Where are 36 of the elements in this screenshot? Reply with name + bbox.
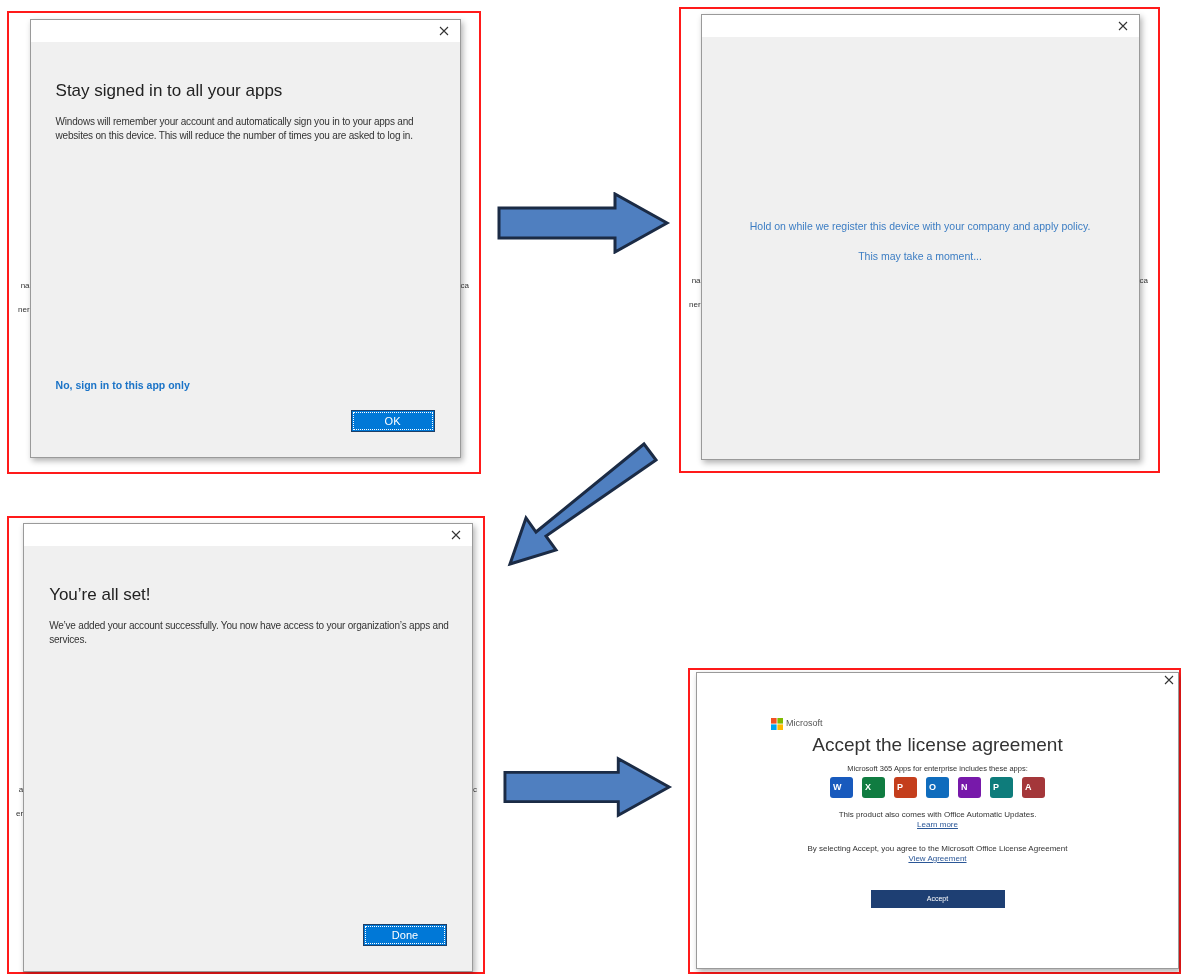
learn-more-link[interactable]: Learn more [917, 819, 958, 830]
app-icon: A [1022, 776, 1045, 798]
background-text-fragment: er [16, 809, 24, 819]
close-icon[interactable] [1117, 21, 1128, 31]
app-icon: P [990, 776, 1013, 798]
dialog-message: We’ve added your account successfully. You now have access to your organization’s apps and services. [49, 619, 450, 647]
background-text-fragment: ca [460, 281, 469, 291]
close-icon[interactable] [1164, 675, 1174, 685]
background-text-fragment: na [691, 276, 701, 286]
license-title: Accept the license agreement [812, 732, 1063, 757]
app-icon: P [894, 776, 917, 798]
status-message: This may take a moment... [858, 248, 982, 264]
background-text-fragment: ner [18, 305, 30, 315]
background-text-fragment: c [473, 785, 477, 795]
background-text-fragment: na [20, 281, 30, 291]
sign-in-app-only-link[interactable]: No, sign in to this app only [55, 378, 435, 394]
app-icon: X [862, 776, 885, 798]
view-agreement-link[interactable]: View Agreement [908, 853, 967, 864]
close-icon[interactable] [451, 530, 461, 540]
agreement-notice: By selecting Accept, you agree to the Microsoft Office License Agreement [807, 843, 1068, 854]
status-message: Hold on while we register this device with your company and apply policy. [749, 219, 1091, 234]
microsoft-logo-icon [771, 717, 783, 730]
confirm-button[interactable]: OK [350, 410, 435, 432]
brand-name: Microsoft [786, 717, 823, 730]
app-icon: W [830, 776, 853, 798]
background-text-fragment: a [18, 785, 24, 795]
background-text-fragment: ca [1139, 276, 1148, 286]
dialog-title: Stay signed in to all your apps [55, 80, 284, 102]
close-icon[interactable] [438, 26, 449, 36]
app-icon: N [958, 776, 981, 798]
updates-notice: This product also comes with Office Automatic Updates. [838, 809, 1037, 820]
confirm-button[interactable]: Done [363, 924, 447, 946]
background-text-fragment: ner [689, 300, 701, 310]
app-icon: O [926, 776, 949, 798]
dialog-title: You’re all set! [49, 584, 152, 606]
dialog-message: Windows will remember your account and automatically sign you in to your apps and websites on this device. This will reduce the number of times you are asked to log in. [55, 115, 415, 143]
